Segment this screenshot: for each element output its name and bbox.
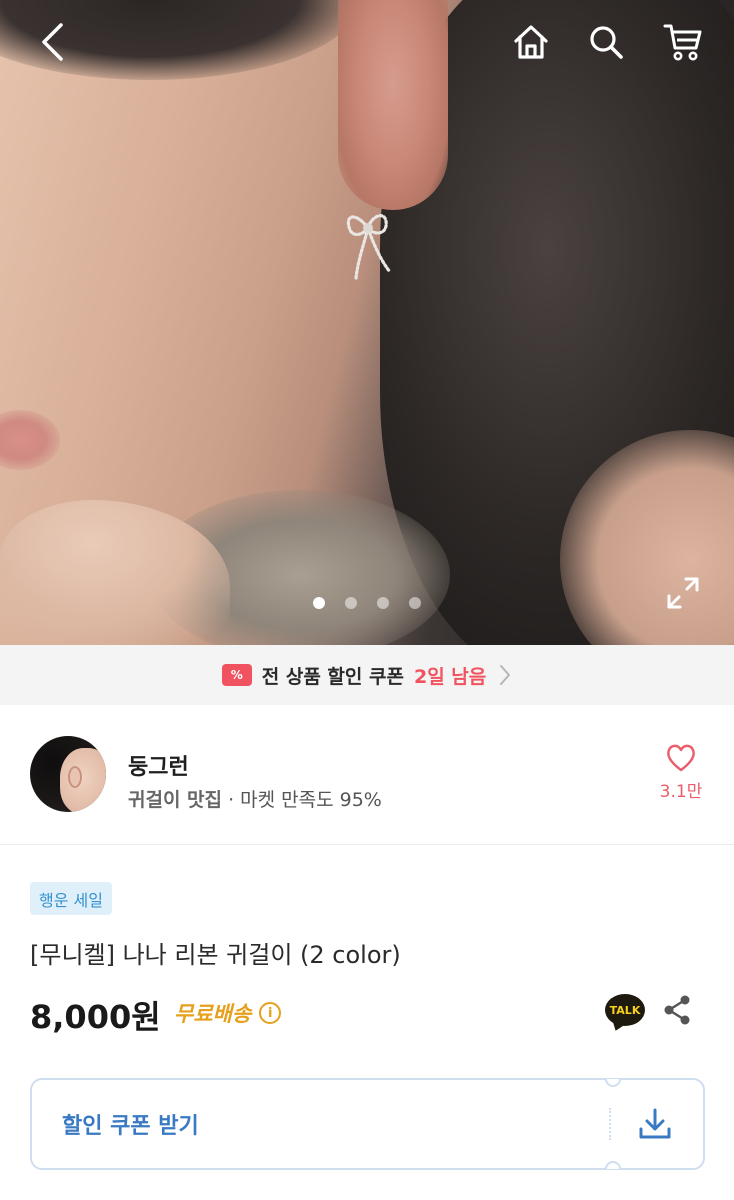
- sale-badge: 행운 세일: [30, 882, 112, 915]
- back-button[interactable]: [30, 18, 74, 66]
- like-count: 3.1만: [659, 782, 703, 802]
- share-button[interactable]: [660, 990, 694, 1030]
- product-title: [무니켈] 나나 리본 귀걸이 (2 color): [30, 941, 401, 969]
- lip: [0, 410, 60, 470]
- free-shipping-label: 무료배송: [174, 1002, 252, 1026]
- coupon-divider: [609, 1108, 611, 1140]
- info-icon[interactable]: i: [259, 1002, 282, 1024]
- shop-category: 귀걸이 맛집: [128, 789, 223, 811]
- ticket-notch: [605, 1079, 621, 1087]
- coupon-banner-text: 전 상품 할인 쿠폰: [261, 665, 404, 688]
- share-icon: [664, 995, 690, 1025]
- coupon-banner-remaining: 2일 남음: [413, 665, 487, 688]
- get-coupon-button[interactable]: 할인 쿠폰 받기: [30, 1078, 705, 1170]
- cart-icon: [663, 24, 702, 61]
- expand-button[interactable]: [664, 574, 702, 612]
- home-icon: [514, 25, 548, 59]
- carousel-dot[interactable]: [345, 597, 357, 609]
- free-shipping[interactable]: 무료배송 i: [174, 998, 282, 1028]
- shop-info[interactable]: 둥그런 귀걸이 맛집 · 마켓 만족도 95% 3.1만: [0, 705, 734, 845]
- expand-icon: [667, 577, 699, 609]
- coupon-ticket-icon: %: [221, 664, 252, 686]
- avatar-face: [60, 748, 106, 812]
- like-button[interactable]: 3.1만: [652, 743, 710, 813]
- ear: [338, 0, 448, 210]
- get-coupon-label: 할인 쿠폰 받기: [62, 1114, 199, 1139]
- carousel-dot[interactable]: [377, 597, 389, 609]
- product-image[interactable]: [0, 0, 734, 645]
- heart-icon: [667, 744, 695, 772]
- shop-avatar[interactable]: [30, 736, 106, 812]
- coupon-banner[interactable]: % 전 상품 할인 쿠폰 2일 남음: [0, 645, 734, 705]
- carousel-indicator: [313, 597, 421, 609]
- shop-name[interactable]: 둥그런: [128, 749, 189, 781]
- carousel-dot[interactable]: [409, 597, 421, 609]
- search-icon: [590, 26, 623, 59]
- product-price: 8,000원: [30, 998, 161, 1036]
- ribbon-earring: [346, 214, 392, 280]
- ticket-notch: [605, 1161, 621, 1169]
- shop-subtitle: 귀걸이 맛집 · 마켓 만족도 95%: [128, 785, 382, 812]
- carousel-dot-active[interactable]: [313, 597, 325, 609]
- home-button[interactable]: [507, 18, 555, 66]
- search-button[interactable]: [582, 18, 630, 66]
- talk-icon: TALK: [605, 994, 645, 1026]
- talk-button[interactable]: TALK: [605, 990, 645, 1030]
- shop-rating: · 마켓 만족도 95%: [228, 789, 382, 811]
- chevron-left-icon: [42, 23, 63, 61]
- cart-button[interactable]: [658, 18, 708, 66]
- avatar-ear: [68, 766, 82, 788]
- download-icon: [637, 1106, 673, 1142]
- chevron-right-icon: [500, 665, 511, 685]
